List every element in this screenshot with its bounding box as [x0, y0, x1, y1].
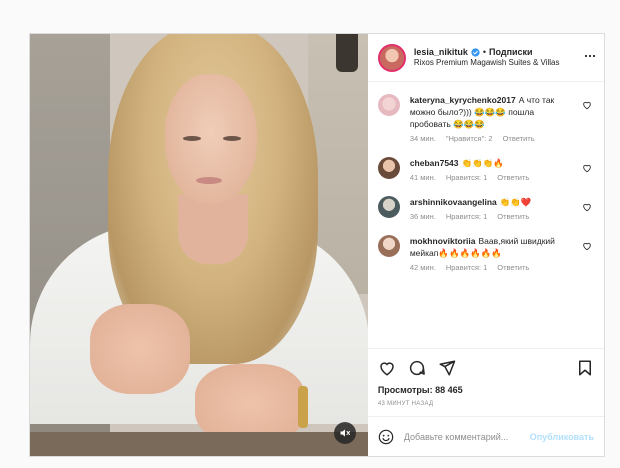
comment-meta: 36 мин. Нравится: 1 Ответить — [410, 212, 576, 221]
view-count[interactable]: Просмотры: 88 465 — [378, 385, 594, 395]
comment-like-heart-icon[interactable] — [582, 202, 592, 212]
comment-item: mokhnoviktoriia Ваав,який швидкий мейкап🔥… — [377, 235, 594, 272]
video-subject-bracelet — [298, 386, 308, 428]
comment-icon[interactable] — [408, 359, 426, 377]
comment-meta: 34 мин. "Нравится": 2 Ответить — [410, 134, 576, 143]
instagram-post: lesia_nikituk • Подписки Rixos Premium M… — [29, 33, 605, 457]
bookmark-icon[interactable] — [576, 359, 594, 377]
post-timestamp[interactable]: 43 МИНУТ НАЗАД — [378, 401, 594, 407]
comment-time[interactable]: 36 мин. — [410, 212, 436, 221]
comment-input[interactable] — [403, 431, 530, 442]
author-avatar[interactable] — [377, 43, 406, 72]
commenter-avatar[interactable] — [377, 196, 400, 218]
comment-meta: 41 мин. Нравится: 1 Ответить — [410, 173, 576, 182]
comment-like-heart-icon[interactable] — [582, 100, 592, 110]
emoji-icon[interactable] — [378, 429, 394, 445]
comment-username[interactable]: mokhnoviktoriia — [410, 236, 476, 246]
author-info: lesia_nikituk • Подписки Rixos Premium M… — [414, 47, 560, 68]
following-button[interactable]: Подписки — [489, 47, 533, 58]
comment-item: kateryna_kyrychenko2017 А что так можно б… — [377, 94, 594, 143]
share-icon[interactable] — [438, 359, 456, 377]
comment-likes[interactable]: Нравится: 1 — [446, 212, 487, 221]
author-username[interactable]: lesia_nikituk — [414, 47, 468, 58]
comment-likes[interactable]: Нравится: 1 — [446, 263, 487, 272]
comment-username[interactable]: cheban7543 — [410, 158, 459, 168]
commenter-avatar[interactable] — [377, 235, 400, 257]
comment-likes[interactable]: "Нравится": 2 — [446, 134, 493, 143]
comments-list: kateryna_kyrychenko2017 А что так можно б… — [368, 82, 604, 348]
video-subject-lips — [196, 177, 222, 184]
more-options-icon[interactable] — [584, 50, 596, 62]
video-subject-eye-right — [223, 136, 241, 141]
post-location[interactable]: Rixos Premium Magawish Suites & Villas — [414, 58, 560, 68]
comment-like-heart-icon[interactable] — [582, 241, 592, 251]
comment-username[interactable]: kateryna_kyrychenko2017 — [410, 95, 516, 105]
post-video[interactable] — [30, 34, 368, 456]
action-bar — [378, 357, 594, 379]
comment-like-heart-icon[interactable] — [582, 163, 592, 173]
publish-button[interactable]: Опубликовать — [530, 432, 594, 442]
post-side-panel: lesia_nikituk • Подписки Rixos Premium M… — [367, 34, 604, 456]
comment-username[interactable]: arshinnikovaangelina — [410, 197, 497, 207]
comment-text: 👏👏❤️ — [499, 197, 532, 207]
sound-muted-icon — [340, 429, 350, 437]
reply-button[interactable]: Ответить — [497, 173, 529, 182]
post-actions: Просмотры: 88 465 43 МИНУТ НАЗАД — [367, 348, 604, 416]
reply-button[interactable]: Ответить — [497, 263, 529, 272]
video-subject-hand-left — [90, 304, 190, 394]
video-table — [30, 432, 368, 456]
reply-button[interactable]: Ответить — [497, 212, 529, 221]
author-line: lesia_nikituk • Подписки — [414, 47, 560, 58]
comment-meta: 42 мин. Нравится: 1 Ответить — [410, 263, 576, 272]
sound-muted-button[interactable] — [333, 422, 356, 444]
commenter-avatar[interactable] — [377, 157, 400, 179]
video-subject-neck — [178, 194, 248, 264]
video-background-lamp — [335, 34, 358, 72]
comment-time[interactable]: 34 мин. — [410, 134, 436, 143]
add-comment-bar: Опубликовать — [367, 416, 604, 456]
video-subject-face — [165, 74, 257, 204]
comment-item: arshinnikovaangelina 👏👏❤️ 36 мин. Нравитс… — [377, 196, 594, 221]
header-separator: • — [482, 46, 487, 57]
comment-likes[interactable]: Нравится: 1 — [446, 173, 487, 182]
comment-time[interactable]: 41 мин. — [410, 173, 436, 182]
commenter-avatar[interactable] — [377, 94, 400, 116]
comment-text: 👏👏👏🔥 — [461, 158, 504, 168]
reply-button[interactable]: Ответить — [503, 134, 535, 143]
video-subject-eye-left — [183, 136, 201, 141]
heart-icon[interactable] — [378, 359, 396, 377]
comment-time[interactable]: 42 мин. — [410, 263, 436, 272]
verified-badge-icon — [471, 48, 480, 57]
comment-item: cheban7543 👏👏👏🔥 41 мин. Нравится: 1 Ответ… — [377, 157, 594, 182]
post-header: lesia_nikituk • Подписки Rixos Premium M… — [367, 34, 604, 82]
